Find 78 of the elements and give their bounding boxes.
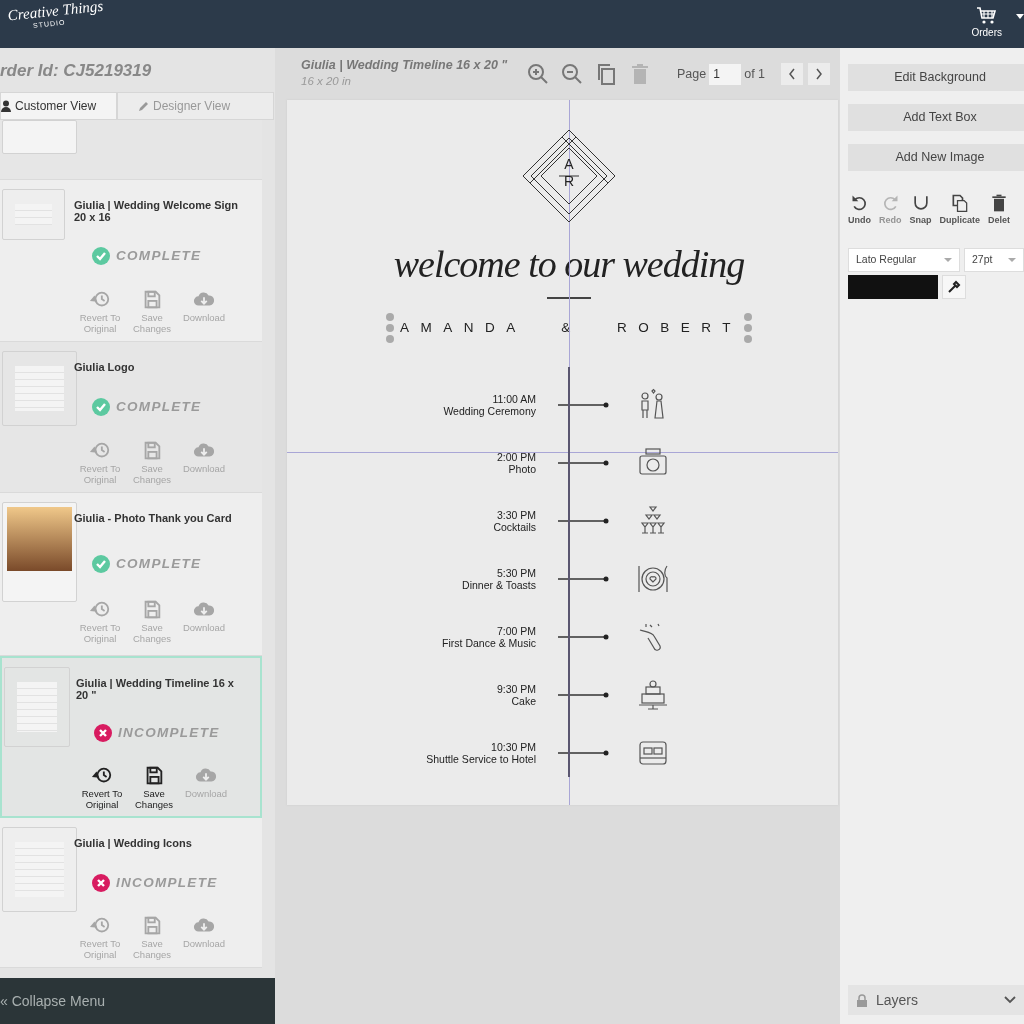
document-title: Giulia | Wedding Timeline 16 x 20 "	[301, 57, 509, 73]
side-action-button[interactable]: Add Text Box	[848, 104, 1024, 131]
event-time: 3:30 PM	[495, 508, 536, 521]
edit-tool-button[interactable]: Snap	[909, 193, 932, 228]
page-label: Page	[677, 65, 707, 83]
edit-tool-button[interactable]: Delet	[988, 193, 1011, 228]
layers-panel-toggle[interactable]: Layers	[848, 985, 1024, 1015]
edit-tool-button[interactable]: Undo	[848, 193, 871, 228]
order-id: rder Id: CJ5219319	[0, 60, 153, 82]
monogram-letter: R	[563, 173, 575, 190]
side-action-button[interactable]: Edit Background	[848, 64, 1024, 91]
timeline-connector	[558, 750, 609, 756]
collapse-menu-button[interactable]: « Collapse Menu	[0, 978, 275, 1024]
resize-handle[interactable]	[744, 313, 752, 343]
timeline-connector	[558, 460, 609, 466]
page-count: of 1	[744, 65, 766, 83]
event-time: 2:00 PM	[495, 450, 536, 463]
timeline-connector	[558, 692, 609, 698]
font-family-select[interactable]: Lato Regular	[848, 247, 960, 272]
couple-names: AMANDA & ROBERT	[399, 318, 742, 337]
design-title: Giulia - Photo Thank you Card	[74, 511, 233, 526]
page-input[interactable]: 1	[709, 63, 742, 85]
next-page-button[interactable]	[808, 63, 831, 85]
orders-button[interactable]: Orders	[971, 5, 1002, 40]
wedding-cake-icon	[636, 678, 670, 712]
design-action-button[interactable]: Revert To Original	[78, 765, 126, 811]
pencil-icon	[138, 100, 149, 112]
color-swatch[interactable]	[848, 274, 938, 299]
event-time: 9:30 PM	[495, 682, 536, 695]
eyedropper-button[interactable]	[942, 274, 966, 299]
timeline-connector	[558, 634, 609, 640]
event-label: Wedding Ceremony	[442, 405, 536, 418]
edit-tool-button[interactable]: Duplicate	[939, 193, 981, 228]
design-title: Giulia | Wedding Timeline 16 x 20 "	[76, 676, 235, 701]
view-tab[interactable]: Customer View	[0, 92, 117, 120]
zoom-in-icon	[526, 62, 550, 86]
caret-icon	[944, 257, 952, 262]
design-card[interactable]: Giulia | Wedding Timeline 16 x 20 " INCOMPLETE Revert To Original Save Changes Download	[0, 656, 262, 819]
script-heading: welcome to our wedding	[393, 245, 745, 283]
event-time: 10:30 PM	[490, 740, 536, 753]
status-label: COMPLETE	[116, 554, 202, 573]
caret-icon[interactable]	[1016, 14, 1024, 19]
event-time: 11:00 AM	[491, 392, 536, 405]
design-action-button[interactable]: Save Changes	[130, 765, 178, 811]
event-label: First Dance & Music	[441, 637, 536, 650]
document-size: 16 x 20 in	[301, 73, 352, 89]
resize-handle[interactable]	[386, 313, 394, 343]
design-title: Giulia | Wedding Welcome Sign 20 x 16	[74, 198, 240, 224]
photo-placeholder	[7, 507, 72, 571]
timeline-connector	[558, 402, 609, 408]
lock-icon	[856, 993, 868, 1007]
divider-rule	[547, 297, 591, 299]
timeline-connector	[558, 518, 609, 524]
cart-icon	[975, 5, 998, 25]
previous-page-button[interactable]	[781, 63, 804, 85]
person-icon	[1, 100, 11, 112]
event-label: Dinner & Toasts	[461, 579, 536, 592]
chevron-down-icon	[1004, 996, 1016, 1004]
status-label: COMPLETE	[116, 247, 202, 266]
event-time: 7:00 PM	[495, 624, 536, 637]
eyedropper-icon	[947, 279, 961, 294]
event-time: 5:30 PM	[495, 566, 536, 579]
timeline-connector	[558, 576, 609, 582]
status-label: INCOMPLETE	[116, 873, 218, 892]
zoom-out-icon	[560, 62, 584, 86]
event-label: Cocktails	[492, 521, 536, 534]
event-label: Photo	[507, 463, 536, 476]
event-label: Shuttle Service to Hotel	[425, 753, 536, 766]
caret-icon	[1008, 257, 1016, 262]
font-size-select[interactable]: 27pt	[964, 247, 1024, 272]
event-label: Cake	[510, 695, 536, 708]
status-label: INCOMPLETE	[118, 724, 220, 742]
design-title: Giulia | Wedding Icons	[74, 836, 193, 851]
design-thumbnail	[2, 189, 65, 240]
side-action-button[interactable]: Add New Image	[848, 144, 1024, 171]
monogram-letter: A	[564, 156, 574, 173]
status-label: COMPLETE	[116, 397, 202, 416]
design-title: Giulia Logo	[74, 360, 136, 375]
